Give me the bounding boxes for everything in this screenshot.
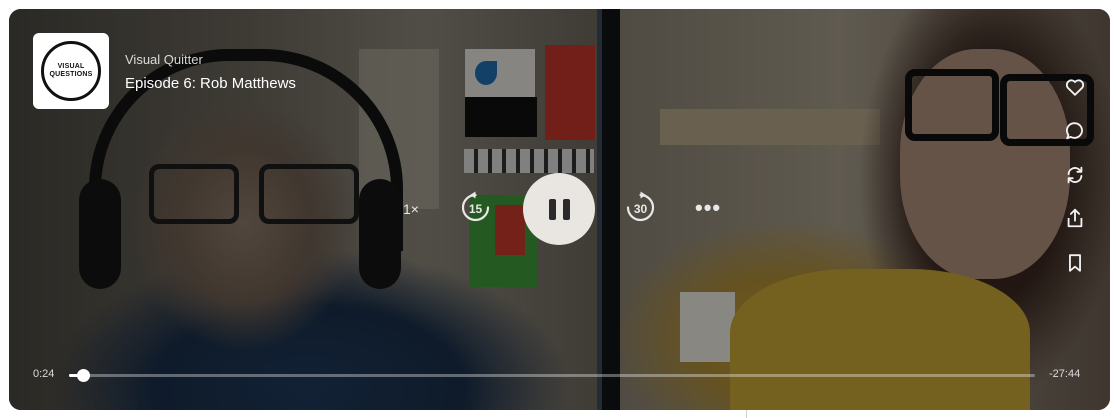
- skip-back-seconds: 15: [468, 202, 483, 216]
- page-divider: [746, 410, 747, 418]
- pause-icon: [562, 198, 570, 220]
- skip-back-button[interactable]: 15: [459, 191, 492, 224]
- skip-forward-seconds: 30: [633, 202, 648, 216]
- share-icon: [1067, 208, 1083, 228]
- episode-title[interactable]: Episode 6: Rob Matthews: [125, 75, 296, 92]
- video-player[interactable]: VISUAL QUESTIONS Visual Quitter Episode …: [9, 9, 1110, 410]
- current-time: 0:24: [33, 368, 55, 380]
- comment-icon: [1065, 122, 1083, 140]
- like-button[interactable]: [1064, 76, 1086, 98]
- podcast-artwork[interactable]: VISUAL QUESTIONS: [33, 33, 109, 109]
- repost-icon: [1067, 166, 1083, 184]
- heart-icon: [1065, 79, 1085, 96]
- share-button[interactable]: [1064, 207, 1086, 229]
- progress-thumb[interactable]: [76, 369, 90, 382]
- bookmark-icon: [1069, 254, 1081, 272]
- progress-track[interactable]: [69, 369, 1035, 382]
- podcast-logo-text: VISUAL QUESTIONS: [49, 63, 93, 78]
- pause-button[interactable]: [523, 173, 595, 245]
- skip-forward-button[interactable]: 30: [624, 191, 657, 224]
- playback-speed-button[interactable]: 1×: [403, 201, 419, 217]
- pause-icon: [548, 198, 556, 220]
- bookmark-button[interactable]: [1064, 252, 1086, 274]
- remaining-time: -27:44: [1049, 368, 1081, 380]
- more-options-button[interactable]: •••: [695, 195, 721, 221]
- repost-button[interactable]: [1064, 164, 1086, 186]
- podcast-logo: VISUAL QUESTIONS: [41, 41, 101, 101]
- show-name[interactable]: Visual Quitter: [125, 52, 203, 67]
- comment-button[interactable]: [1064, 120, 1086, 142]
